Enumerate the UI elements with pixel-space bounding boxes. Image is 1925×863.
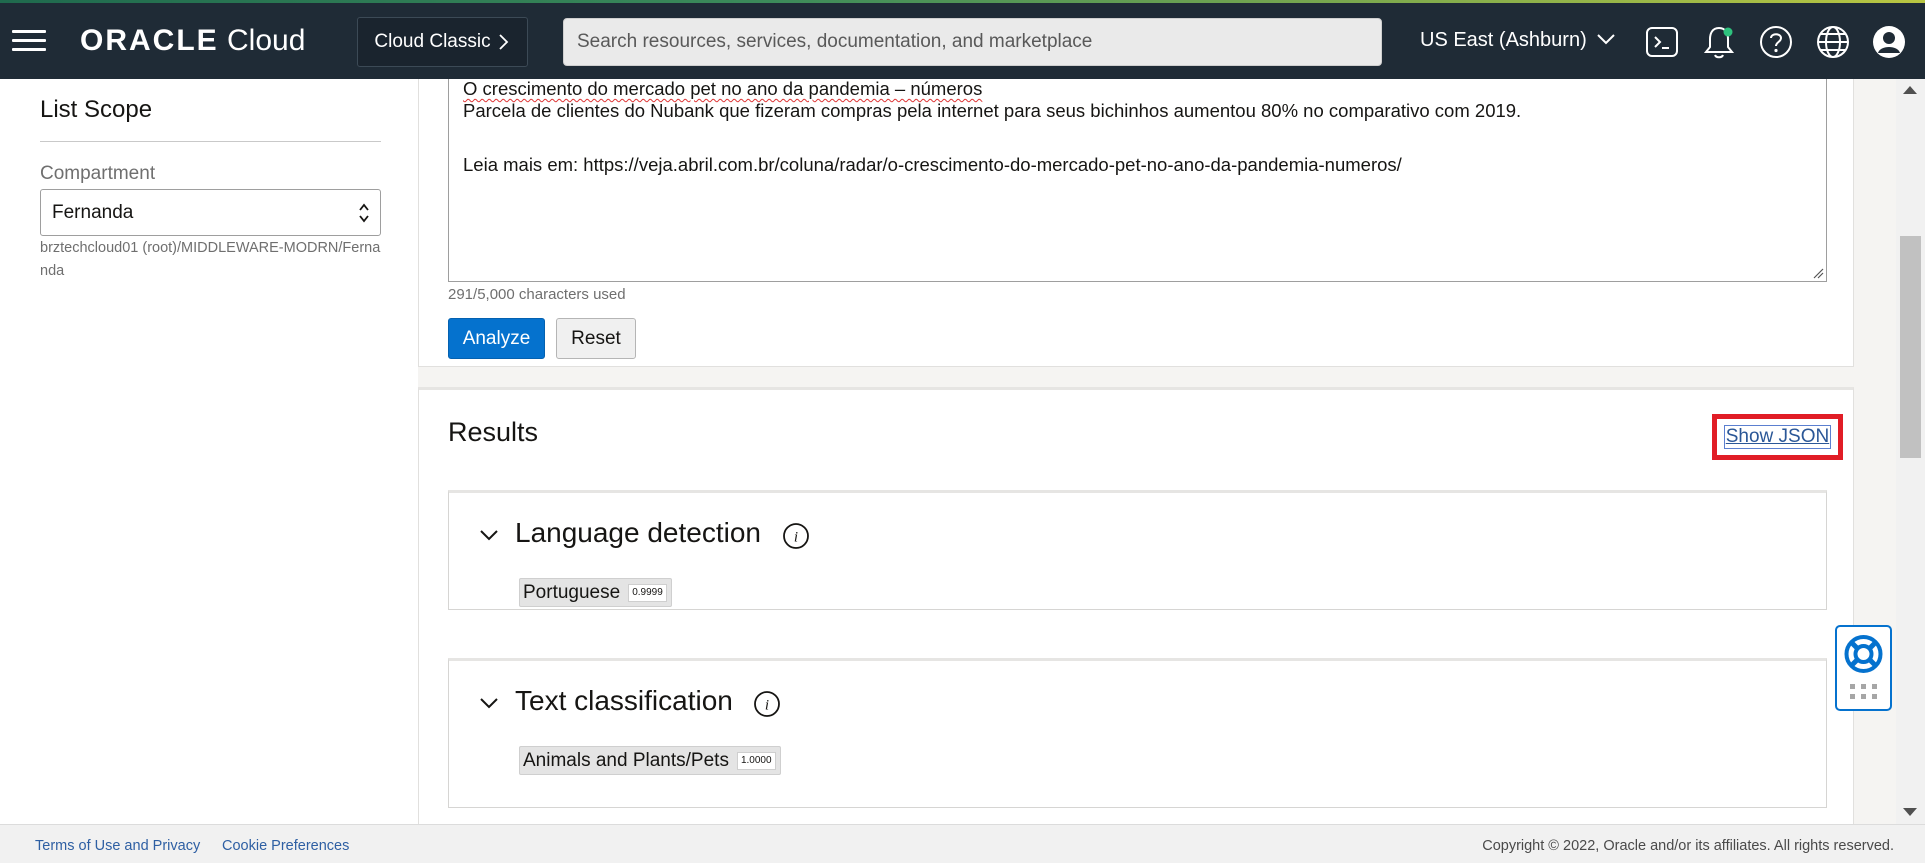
language-tag-score: 0.9999 <box>628 583 667 602</box>
top-navigation-bar: ORACLE Cloud Cloud Classic Search resour… <box>0 3 1925 79</box>
classification-tag-label: Animals and Plants/Pets <box>523 749 729 771</box>
input-line-3: Leia mais em: https://veja.abril.com.br/… <box>463 154 1402 175</box>
text-classification-section: Text classification i Animals and Plants… <box>448 658 1827 808</box>
input-line-2: Parcela de clientes do Nubank que fizera… <box>463 100 1522 121</box>
logo-brand: ORACLE <box>80 24 219 57</box>
oracle-cloud-logo[interactable]: ORACLE Cloud <box>80 24 305 58</box>
search-input[interactable]: Search resources, services, documentatio… <box>563 18 1382 66</box>
text-input-area[interactable]: O crescimento do mercado pet no ano da p… <box>448 79 1827 282</box>
show-json-link[interactable]: Show JSON <box>1723 425 1832 449</box>
compartment-value: Fernanda <box>52 201 134 223</box>
classification-tag-score: 1.0000 <box>736 751 776 770</box>
divider <box>40 141 381 142</box>
scroll-up-arrow-icon[interactable] <box>1903 86 1917 94</box>
text-classification-title: Text classification <box>515 685 733 716</box>
cloud-shell-icon[interactable] <box>1643 23 1681 61</box>
show-json-highlight: Show JSON <box>1712 414 1843 460</box>
cloud-classic-label: Cloud Classic <box>374 31 491 52</box>
cloud-classic-button[interactable]: Cloud Classic <box>357 17 528 67</box>
text-input-card: O crescimento do mercado pet no ano da p… <box>418 79 1854 367</box>
list-scope-title: List Scope <box>40 96 153 123</box>
scrollbar-thumb[interactable] <box>1900 236 1921 458</box>
help-question-icon[interactable] <box>1757 23 1795 61</box>
copyright-text: Copyright © 2022, Oracle and/or its affi… <box>1482 838 1894 854</box>
cookie-preferences-link[interactable]: Cookie Preferences <box>222 838 349 854</box>
lifebuoy-icon <box>1844 635 1883 699</box>
chevron-right-icon <box>498 34 508 50</box>
results-card: Results Show JSON Language detection i P… <box>418 387 1854 824</box>
language-tag: Portuguese 0.9999 <box>519 578 672 607</box>
hamburger-menu-icon[interactable] <box>12 30 46 52</box>
results-title: Results <box>448 417 539 447</box>
compartment-label: Compartment <box>40 163 156 184</box>
language-detection-title: Language detection <box>515 517 761 548</box>
language-globe-icon[interactable] <box>1814 23 1852 61</box>
svg-text:i: i <box>765 698 769 714</box>
search-placeholder: Search resources, services, documentatio… <box>577 31 1093 52</box>
info-icon[interactable]: i <box>782 522 810 550</box>
language-tag-label: Portuguese <box>523 581 621 603</box>
chevron-down-icon <box>1597 34 1616 45</box>
region-selector[interactable]: US East (Ashburn) <box>1420 29 1616 52</box>
select-updown-icon <box>359 203 369 223</box>
notifications-bell-icon[interactable] <box>1700 23 1738 61</box>
chevron-down-icon[interactable] <box>479 528 499 542</box>
scroll-down-arrow-icon[interactable] <box>1903 808 1917 816</box>
page-footer: Terms of Use and Privacy Cookie Preferen… <box>0 824 1925 863</box>
character-count: 291/5,000 characters used <box>448 286 626 303</box>
main-content: O crescimento do mercado pet no ano da p… <box>418 79 1896 824</box>
chevron-down-icon[interactable] <box>479 696 499 710</box>
user-profile-icon[interactable] <box>1870 23 1908 61</box>
compartment-select[interactable]: Fernanda <box>40 189 381 236</box>
classification-tag: Animals and Plants/Pets 1.0000 <box>519 746 781 775</box>
info-icon[interactable]: i <box>753 690 781 718</box>
resize-handle-icon[interactable] <box>1811 266 1824 279</box>
compartment-path: brztechcloud01 (root)/MIDDLEWARE-MODRN/F… <box>40 240 381 279</box>
language-detection-section: Language detection i Portuguese 0.9999 <box>448 490 1827 610</box>
svg-text:i: i <box>794 530 798 546</box>
help-support-widget[interactable] <box>1835 625 1892 711</box>
list-scope-panel: List Scope Compartment Fernanda brztechc… <box>0 79 418 824</box>
reset-button[interactable]: Reset <box>556 318 636 359</box>
region-label: US East (Ashburn) <box>1420 29 1587 51</box>
terms-of-use-link[interactable]: Terms of Use and Privacy <box>35 838 200 854</box>
logo-product: Cloud <box>227 24 306 57</box>
analyze-button[interactable]: Analyze <box>448 318 545 359</box>
